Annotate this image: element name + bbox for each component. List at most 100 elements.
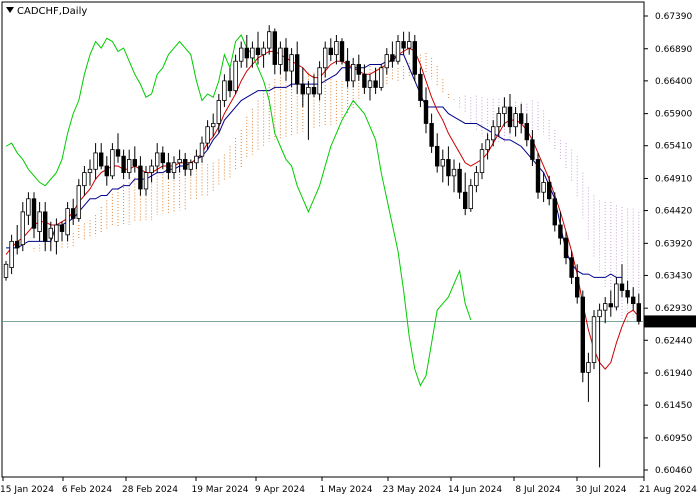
candle-body (345, 60, 350, 82)
candle-body (496, 113, 501, 128)
candle-body (519, 113, 524, 124)
candle (76, 179, 81, 222)
candle-body (76, 185, 81, 219)
candle-body (177, 159, 182, 164)
x-tick-label: 9 Apr 2024 (255, 485, 305, 495)
x-tick-label: 6 Feb 2024 (62, 485, 113, 495)
y-tick-label: 0.63430 (655, 271, 692, 281)
candle-body (322, 47, 328, 69)
candle-body (446, 159, 451, 177)
candle-body (373, 80, 378, 88)
candle-body (591, 316, 597, 363)
candle-body (311, 87, 317, 95)
candle-body (59, 224, 65, 232)
candle-body (457, 168, 462, 193)
candle (339, 38, 345, 65)
candle-body (468, 185, 473, 210)
candle-body (367, 80, 373, 88)
y-tick-label: 0.66400 (655, 77, 692, 87)
candle (412, 34, 417, 81)
candle-body (182, 159, 188, 170)
candle-body (390, 54, 395, 62)
y-tick-label: 0.64420 (655, 207, 692, 217)
candle-body (233, 60, 238, 92)
y-tick-label: 0.62440 (655, 336, 692, 346)
x-tick-label: 14 Jun 2024 (448, 485, 502, 495)
candle-body (104, 165, 109, 177)
candle-body (283, 47, 289, 72)
candle-body (507, 106, 513, 128)
candle-body (350, 64, 356, 82)
x-axis: 15 Jan 2024 6 Feb 2024 28 Feb 2024 19 Mar 2… (0, 477, 697, 495)
candle-body (631, 296, 636, 304)
chart-title: CADCHF,Daily (17, 6, 87, 17)
candle-body (272, 31, 277, 65)
candle-body (401, 41, 406, 49)
candle-body (474, 172, 479, 187)
candle-body (356, 64, 361, 75)
candle (591, 310, 597, 370)
candle-body (93, 152, 98, 170)
x-tick-label: 19 Mar 2024 (191, 485, 248, 495)
candle-body (384, 54, 389, 69)
x-tick-label: 1 May 2024 (320, 485, 373, 495)
y-tick-label: 0.61450 (655, 401, 692, 411)
candle-body (138, 165, 143, 190)
y-tick-label: 0.60460 (655, 466, 692, 476)
y-tick-label: 0.63920 (655, 239, 692, 249)
candle-body (479, 149, 485, 173)
candle (580, 290, 585, 383)
candle-body (490, 126, 496, 141)
candle-body (121, 155, 126, 173)
candle-body (524, 123, 529, 141)
candle-body (132, 159, 137, 167)
candle-body (48, 227, 53, 239)
chart-root: 0.67390 0.66890 0.66400 0.65900 0.65410 0.649… (0, 0, 700, 500)
x-tick-label: 23 May 2024 (383, 485, 442, 495)
candle-body (412, 41, 417, 75)
x-tick-label: 8 Jul 2024 (515, 485, 560, 495)
x-tick-label: 21 Aug 2024 (639, 485, 697, 495)
candle-body (608, 303, 613, 308)
current-price-label: 0.62728 (644, 315, 696, 328)
candle-body (289, 54, 294, 72)
candle-body (535, 159, 541, 193)
x-tick-label: 30 Jul 2024 (576, 485, 627, 495)
candle-body (261, 47, 266, 56)
candle-body (328, 47, 333, 56)
candle-body (20, 211, 25, 246)
candle-body (222, 80, 227, 101)
candle (3, 261, 9, 281)
candle-body (485, 139, 490, 151)
y-tick-label: 0.65900 (655, 110, 692, 120)
candle-body (65, 208, 70, 236)
candle-body (563, 237, 569, 259)
candle-body (395, 41, 401, 62)
candle-body (429, 123, 434, 147)
candle-body (188, 162, 193, 170)
candle-body (423, 100, 429, 124)
x-tick-label: 28 Feb 2024 (122, 485, 178, 495)
candle-body (149, 165, 154, 173)
candle-body (71, 208, 76, 219)
candle-body (294, 54, 300, 85)
candle-body (238, 47, 244, 62)
candle-body (586, 362, 591, 373)
candle-body (199, 142, 205, 157)
current-price-value: 0.62728 (648, 317, 685, 327)
candle-body (362, 73, 367, 88)
candle-body (636, 303, 641, 322)
candle-body (43, 211, 48, 242)
candle-body (14, 240, 20, 249)
candle-body (558, 224, 563, 239)
candle-body (614, 283, 619, 308)
candle-body (597, 309, 602, 318)
y-tick-label: 0.67390 (655, 12, 692, 22)
candle-body (334, 41, 339, 56)
candle-body (255, 47, 261, 56)
y-tick-label: 0.64910 (655, 174, 692, 184)
candle-body (194, 155, 199, 164)
y-tick-label: 0.65410 (655, 142, 692, 152)
candle-body (9, 240, 14, 268)
candle-body (244, 47, 249, 59)
